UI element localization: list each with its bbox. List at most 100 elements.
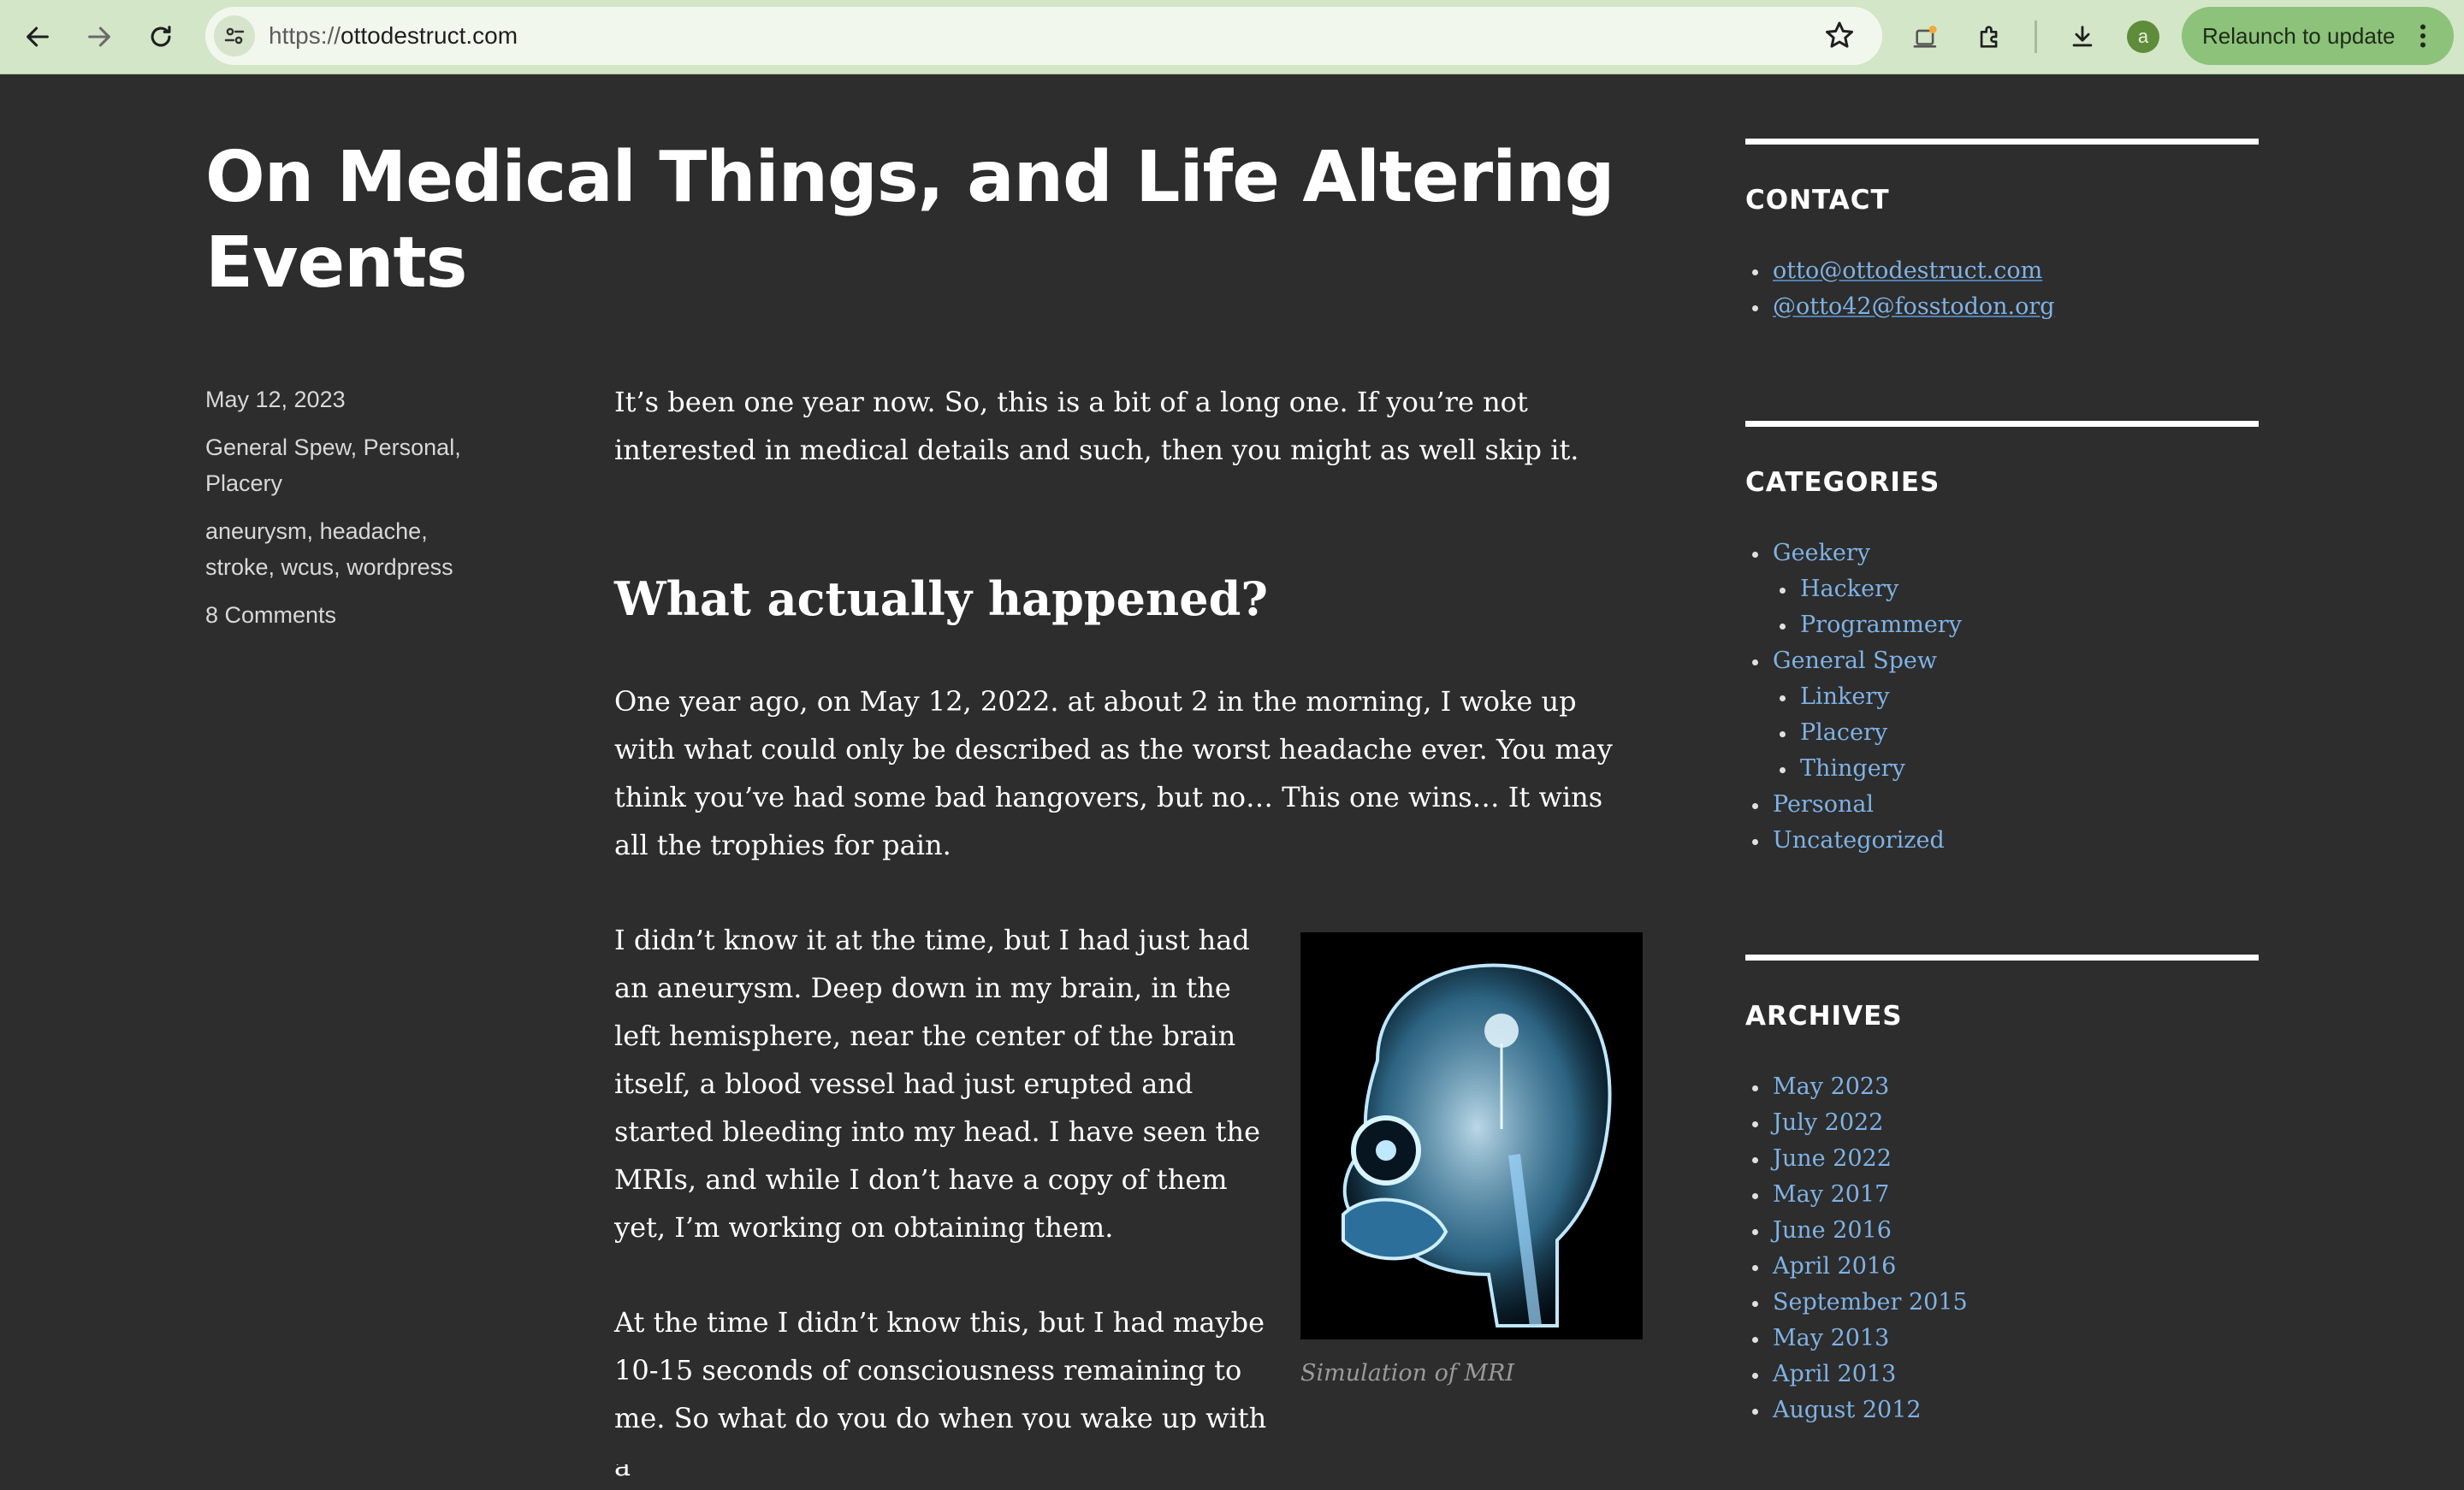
- profile-avatar[interactable]: a: [2127, 21, 2159, 53]
- archive-link[interactable]: May 2023: [1773, 1073, 1889, 1100]
- category-link[interactable]: General Spew: [205, 435, 351, 460]
- archive-link[interactable]: August 2012: [1773, 1397, 1922, 1423]
- post-title: On Medical Things, and Life Altering Eve…: [205, 137, 1614, 304]
- archive-item: July 2022: [1745, 1105, 1968, 1141]
- reload-icon: [151, 26, 171, 47]
- tag-link[interactable]: aneurysm: [205, 518, 307, 544]
- archive-link[interactable]: September 2015: [1773, 1289, 1968, 1316]
- archive-item: September 2015: [1745, 1285, 1968, 1321]
- intro-paragraph: It’s been one year now. So, this is a bi…: [614, 386, 1579, 466]
- tag-link[interactable]: headache: [320, 518, 422, 544]
- archive-link[interactable]: May 2013: [1773, 1325, 1889, 1351]
- post-tags: aneurysm, headache, stroke, wcus, wordpr…: [205, 518, 453, 580]
- body-paragraph: I didn’t know it at the time, but I had …: [614, 924, 1261, 1244]
- archives-widget-title: ARCHIVES: [1745, 1001, 1903, 1032]
- archives-widget-rule: [1745, 955, 2259, 961]
- archive-item: May 2017: [1745, 1177, 1968, 1213]
- archive-link[interactable]: April 2016: [1773, 1253, 1896, 1280]
- category-link[interactable]: Placery: [205, 470, 282, 496]
- paragraph-wrap-2: I didn’t know it at the time, but I had …: [614, 916, 1282, 1251]
- forward-arrow-icon: [88, 27, 110, 47]
- comments-link[interactable]: 8 Comments: [205, 602, 336, 628]
- archive-link[interactable]: June 2016: [1773, 1217, 1892, 1244]
- contact-widget-title: CONTACT: [1745, 185, 1890, 216]
- more-vert-icon[interactable]: [2408, 21, 2438, 51]
- category-item: General Spew: [1745, 643, 1962, 679]
- archive-item: June 2016: [1745, 1213, 1968, 1249]
- category-item: Placery: [1745, 715, 1962, 751]
- archive-link[interactable]: May 2017: [1773, 1181, 1889, 1208]
- extensions-icon: [1980, 26, 1998, 48]
- contact-list: otto@ottodestruct.com @otto42@fosstodon.…: [1745, 253, 2055, 325]
- relaunch-label: Relaunch to update: [2202, 23, 2396, 49]
- contact-widget-rule: [1745, 139, 2259, 145]
- post-date[interactable]: May 12, 2023: [205, 381, 513, 417]
- contact-item: otto@ottodestruct.com: [1745, 253, 2055, 289]
- tag-link[interactable]: wcus: [281, 554, 335, 580]
- contact-mastodon-link[interactable]: @otto42@fosstodon.org: [1773, 293, 2055, 320]
- body-paragraph: One year ago, on May 12, 2022. at about …: [614, 685, 1613, 861]
- archive-item: May 2023: [1745, 1069, 1968, 1105]
- figure-caption: Simulation of MRI: [1300, 1360, 1515, 1387]
- categories-widget-rule: [1745, 421, 2259, 427]
- reload-button[interactable]: [140, 16, 181, 57]
- notification-icon: [1913, 25, 1937, 48]
- category-item: Geekery: [1745, 535, 1962, 571]
- extensions-button[interactable]: [1969, 16, 2011, 57]
- categories-list: Geekery Hackery Programmery General Spew…: [1745, 535, 1962, 859]
- category-link[interactable]: Hackery: [1800, 576, 1898, 602]
- contact-item: @otto42@fosstodon.org: [1745, 289, 2055, 325]
- archives-list: May 2023 July 2022 June 2022 May 2017 Ju…: [1745, 1069, 1968, 1428]
- url-scheme: https://: [269, 22, 341, 49]
- category-link[interactable]: Programmery: [1800, 612, 1962, 638]
- tag-link[interactable]: stroke: [205, 554, 269, 580]
- back-arrow-icon: [27, 27, 49, 47]
- forward-button[interactable]: [79, 16, 120, 57]
- archive-item: April 2016: [1745, 1249, 1968, 1285]
- mri-figure[interactable]: [1300, 932, 1643, 1339]
- viewport-cutoff: [599, 1430, 1660, 1464]
- archive-link[interactable]: June 2022: [1773, 1145, 1892, 1172]
- category-link[interactable]: Personal: [364, 435, 455, 460]
- post-comments[interactable]: 8 Comments: [205, 597, 513, 633]
- address-bar[interactable]: https://ottodestruct.com: [205, 7, 1882, 65]
- site-info-icon: [224, 27, 245, 44]
- category-link[interactable]: Thingery: [1800, 755, 1905, 782]
- category-link[interactable]: General Spew: [1773, 647, 1937, 674]
- category-link[interactable]: Placery: [1800, 719, 1887, 746]
- section-heading-wrap: What actually happened?: [614, 571, 1643, 626]
- archive-item: August 2012: [1745, 1392, 1968, 1428]
- archive-item: April 2013: [1745, 1357, 1968, 1392]
- category-item: Hackery: [1745, 571, 1962, 607]
- xray-head-image: [1300, 932, 1643, 1339]
- back-button[interactable]: [17, 16, 58, 57]
- downloads-button[interactable]: [2062, 16, 2103, 57]
- category-link[interactable]: Geekery: [1773, 540, 1870, 566]
- star-icon[interactable]: [1822, 19, 1857, 53]
- site-info-button[interactable]: [214, 15, 255, 56]
- archive-link[interactable]: April 2013: [1773, 1361, 1896, 1387]
- post-date-link[interactable]: May 12, 2023: [205, 387, 346, 412]
- archive-link[interactable]: July 2022: [1773, 1109, 1883, 1136]
- category-link[interactable]: Linkery: [1800, 683, 1889, 710]
- category-link[interactable]: Personal: [1773, 791, 1874, 818]
- category-item: Thingery: [1745, 751, 1962, 787]
- category-item: Uncategorized: [1745, 823, 1962, 859]
- archive-item: May 2013: [1745, 1321, 1968, 1357]
- category-item: Linkery: [1745, 679, 1962, 715]
- category-item: Programmery: [1745, 607, 1962, 643]
- url-host: ottodestruct.com: [341, 22, 518, 49]
- url-text[interactable]: https://ottodestruct.com: [269, 7, 518, 65]
- relaunch-button[interactable]: Relaunch to update: [2182, 7, 2454, 65]
- section-heading: What actually happened?: [614, 571, 1269, 626]
- toolbar-divider: [2035, 21, 2037, 53]
- contact-email-link[interactable]: otto@ottodestruct.com: [1773, 257, 2042, 284]
- post-categories: General Spew, Personal, Placery: [205, 435, 461, 496]
- post-intro: It’s been one year now. So, this is a bi…: [614, 378, 1643, 474]
- download-icon: [2072, 26, 2093, 47]
- category-item: Personal: [1745, 787, 1962, 823]
- tag-link[interactable]: wordpress: [346, 554, 453, 580]
- archive-item: June 2022: [1745, 1141, 1968, 1177]
- notification-button[interactable]: [1906, 16, 1947, 57]
- category-link[interactable]: Uncategorized: [1773, 827, 1945, 854]
